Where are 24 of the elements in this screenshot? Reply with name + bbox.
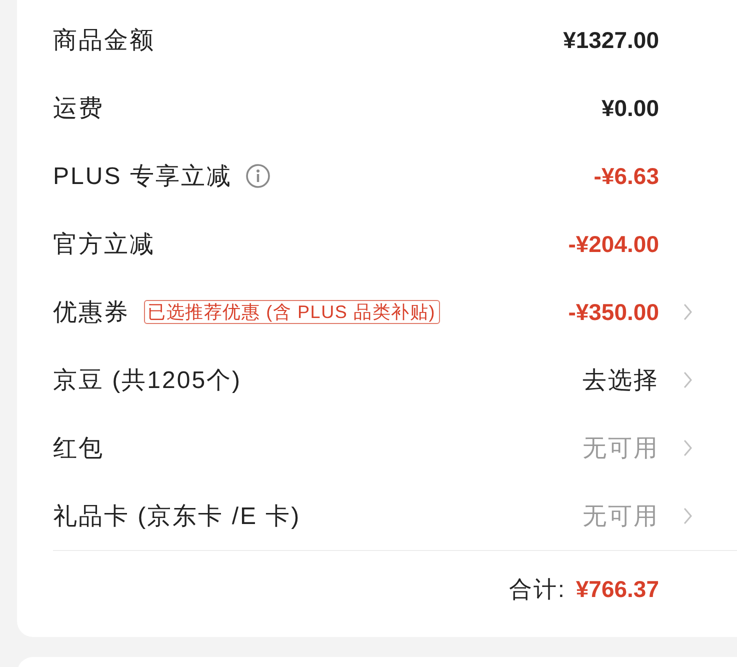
promo-tag: 已选推荐优惠 (含 PLUS 品类补贴) <box>144 300 440 324</box>
row-value[interactable]: 无可用 <box>582 500 659 532</box>
row-value: -¥6.63 <box>594 162 659 190</box>
row-label: 官方立减 <box>53 230 155 260</box>
row-value[interactable]: 无可用 <box>582 432 659 464</box>
row-value: -¥204.00 <box>568 230 659 258</box>
row-label: 运费 <box>53 94 104 124</box>
row-value[interactable]: 去选择 <box>582 364 659 396</box>
info-icon[interactable] <box>246 164 270 188</box>
total-label: 合计: <box>508 574 566 604</box>
row-label: 京豆 (共1205个) <box>53 366 242 396</box>
row-label: 商品金额 <box>53 26 155 56</box>
chevron-right-icon[interactable] <box>684 304 692 320</box>
total-value: ¥766.37 <box>576 576 659 602</box>
row-value: ¥0.00 <box>601 94 659 122</box>
chevron-right-icon[interactable] <box>684 440 692 456</box>
chevron-right-icon[interactable] <box>684 372 692 388</box>
row-label: PLUS 专享立减 <box>53 162 232 192</box>
row-label: 红包 <box>53 434 104 464</box>
row-label: 优惠券 <box>53 298 130 328</box>
row-value: ¥1327.00 <box>563 26 659 54</box>
row-value[interactable]: -¥350.00 <box>568 298 659 326</box>
chevron-right-icon[interactable] <box>684 508 692 524</box>
row-label: 礼品卡 (京东卡 /E 卡) <box>53 502 301 532</box>
